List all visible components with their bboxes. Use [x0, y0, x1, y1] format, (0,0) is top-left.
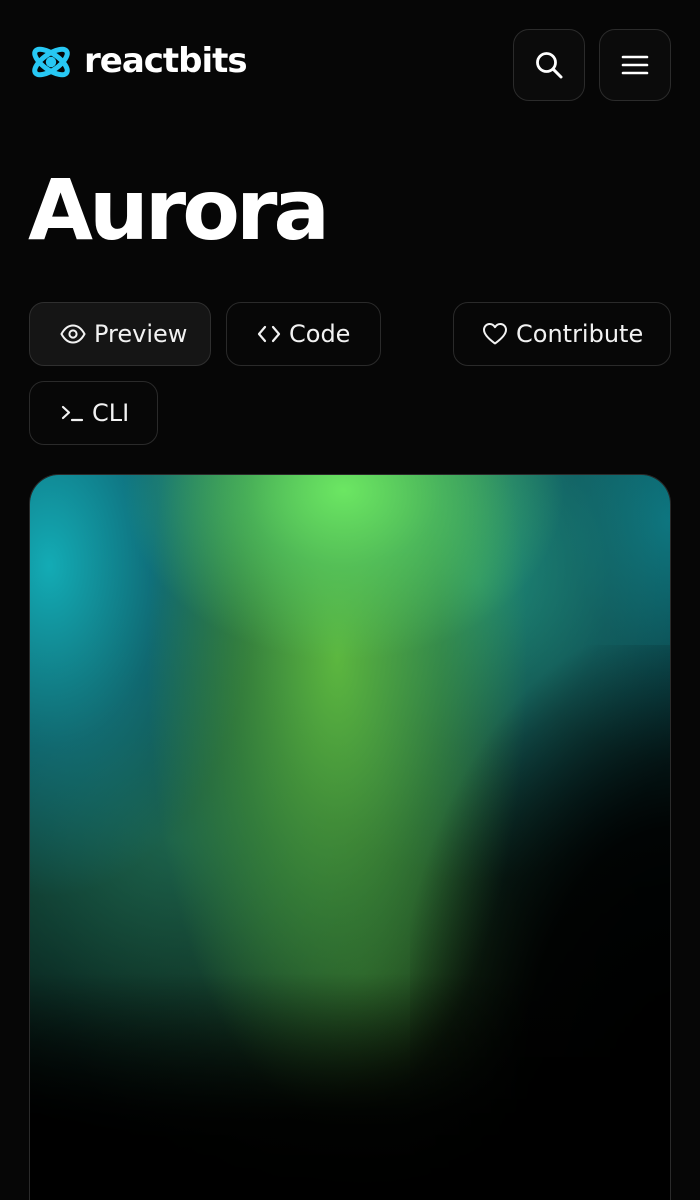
page-root: reactbits Aurora Preview Code Contribute… — [0, 0, 700, 1200]
brand-name: reactbits — [84, 41, 248, 81]
aurora-preview-panel[interactable] — [29, 474, 671, 1200]
tab-contribute[interactable]: Contribute — [453, 302, 671, 366]
tab-cli[interactable]: CLI — [29, 381, 158, 445]
tab-code[interactable]: Code — [226, 302, 381, 366]
site-header: reactbits — [0, 0, 700, 130]
heart-icon — [483, 323, 507, 345]
hamburger-menu-icon — [621, 55, 649, 75]
tab-preview[interactable]: Preview — [29, 302, 211, 366]
tab-cli-label: CLI — [92, 399, 130, 427]
page-title: Aurora — [28, 161, 330, 259]
terminal-icon — [61, 405, 84, 422]
tab-preview-label: Preview — [94, 320, 188, 348]
tab-contribute-label: Contribute — [516, 320, 644, 348]
aurora-bottom-fade — [30, 973, 670, 1200]
search-icon — [536, 52, 563, 79]
reactbits-logo-icon — [32, 46, 70, 78]
search-button[interactable] — [513, 29, 585, 101]
menu-button[interactable] — [599, 29, 671, 101]
eye-icon — [60, 324, 86, 344]
brand-logo[interactable]: reactbits — [28, 38, 248, 84]
tab-code-label: Code — [289, 320, 351, 348]
code-brackets-icon — [257, 325, 281, 343]
